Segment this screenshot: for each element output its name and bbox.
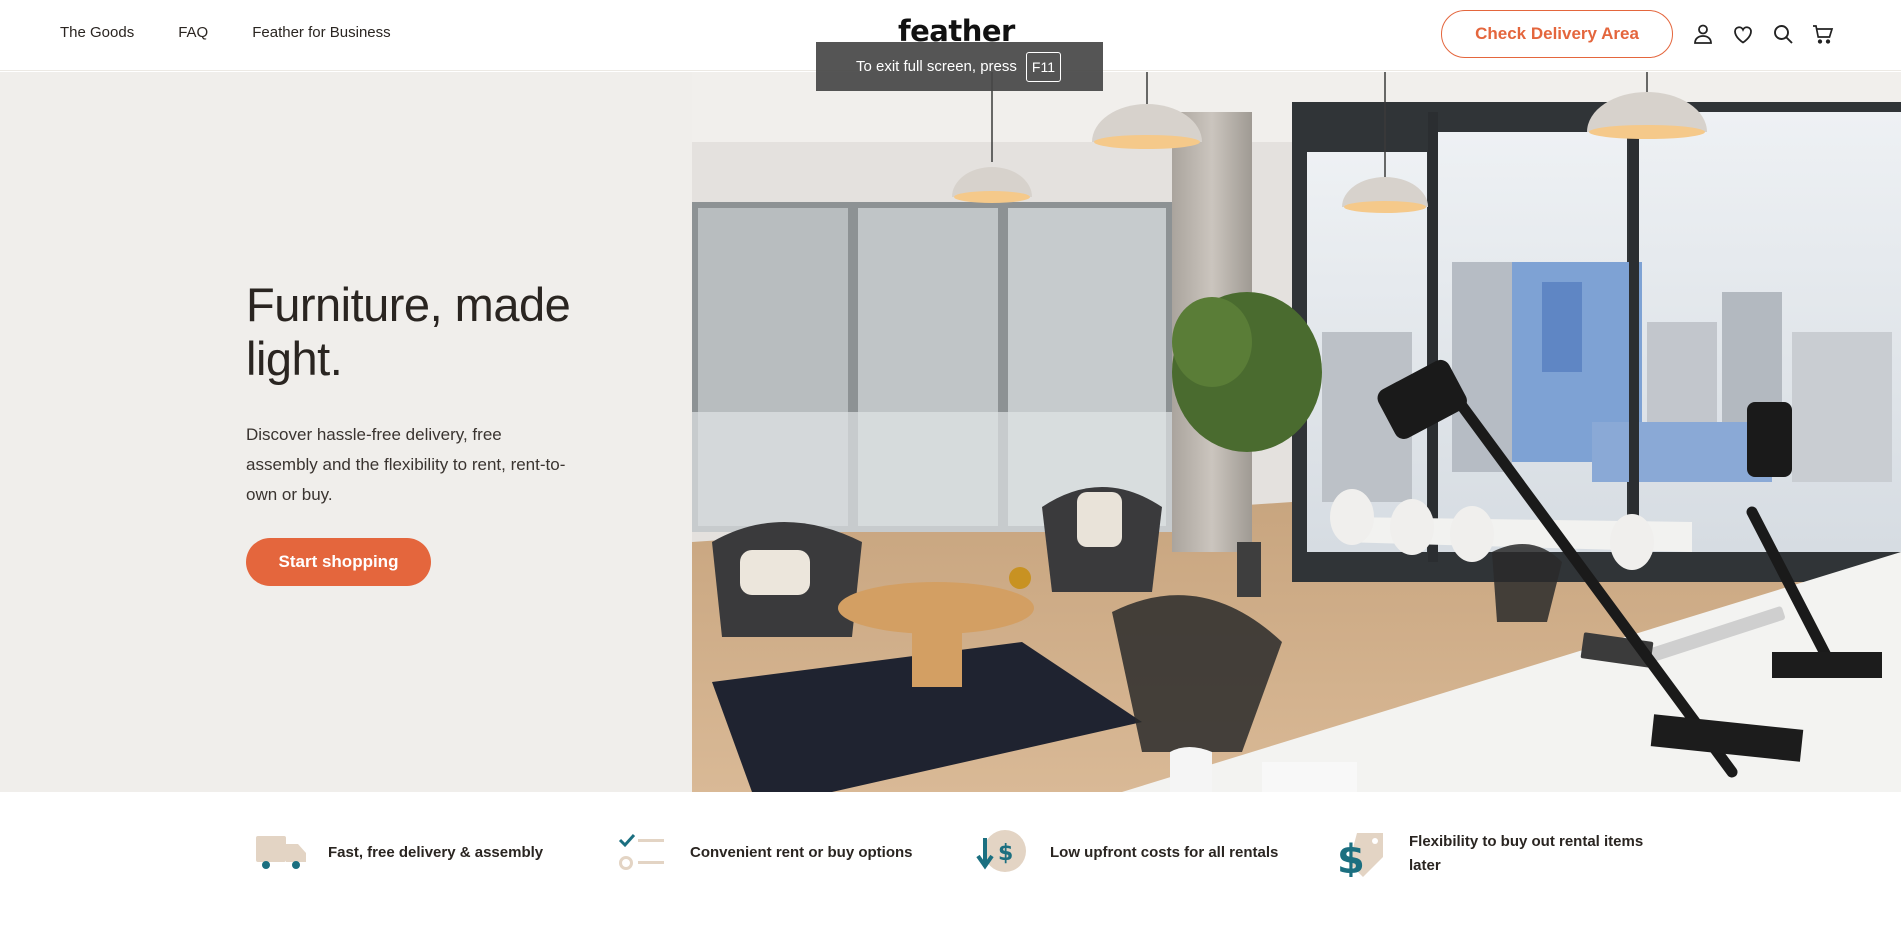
price-tag-icon: $ [1337, 833, 1383, 877]
main-nav: The Goods FAQ Feather for Business [60, 24, 435, 41]
feature-buy-out-label: Flexibility to buy out rental items late… [1409, 833, 1644, 874]
feature-delivery: Fast, free delivery & assembly [254, 830, 543, 876]
heart-icon[interactable] [1731, 22, 1755, 46]
search-icon[interactable] [1771, 22, 1795, 46]
feature-buy-out: $ Flexibility to buy out rental items la… [1335, 830, 1665, 878]
nav-faq[interactable]: FAQ [178, 24, 208, 41]
toast-message: To exit full screen, press [856, 58, 1017, 75]
start-shopping-button[interactable]: Start shopping [246, 538, 431, 586]
check-delivery-area-button[interactable]: Check Delivery Area [1441, 10, 1673, 58]
nav-the-goods[interactable]: The Goods [60, 24, 134, 41]
feature-low-cost-label: Low upfront costs for all rentals [1050, 844, 1279, 861]
feature-low-cost: $ Low upfront costs for all rentals [976, 830, 1278, 876]
fullscreen-exit-toast: To exit full screen, press F11 [816, 42, 1103, 91]
office-scene-illustration [692, 72, 1901, 792]
svg-text:$: $ [998, 841, 1013, 866]
hero-subtitle: Discover hassle-free delivery, free asse… [246, 425, 566, 504]
toast-key: F11 [1025, 51, 1061, 82]
checklist-icon [618, 833, 664, 870]
low-cost-icon: $ [976, 830, 1026, 872]
nav-feather-for-business[interactable]: Feather for Business [252, 24, 390, 41]
hero-title: Furniture, made light. [246, 278, 571, 385]
hero-office-image [692, 72, 1901, 792]
truck-icon [256, 836, 306, 869]
feature-delivery-label: Fast, free delivery & assembly [328, 844, 544, 861]
account-icon[interactable] [1691, 22, 1715, 46]
svg-text:$: $ [1337, 837, 1365, 877]
feature-rent-buy: Convenient rent or buy options [616, 830, 913, 876]
cart-icon[interactable] [1811, 22, 1835, 46]
feature-rent-buy-label: Convenient rent or buy options [690, 844, 913, 861]
